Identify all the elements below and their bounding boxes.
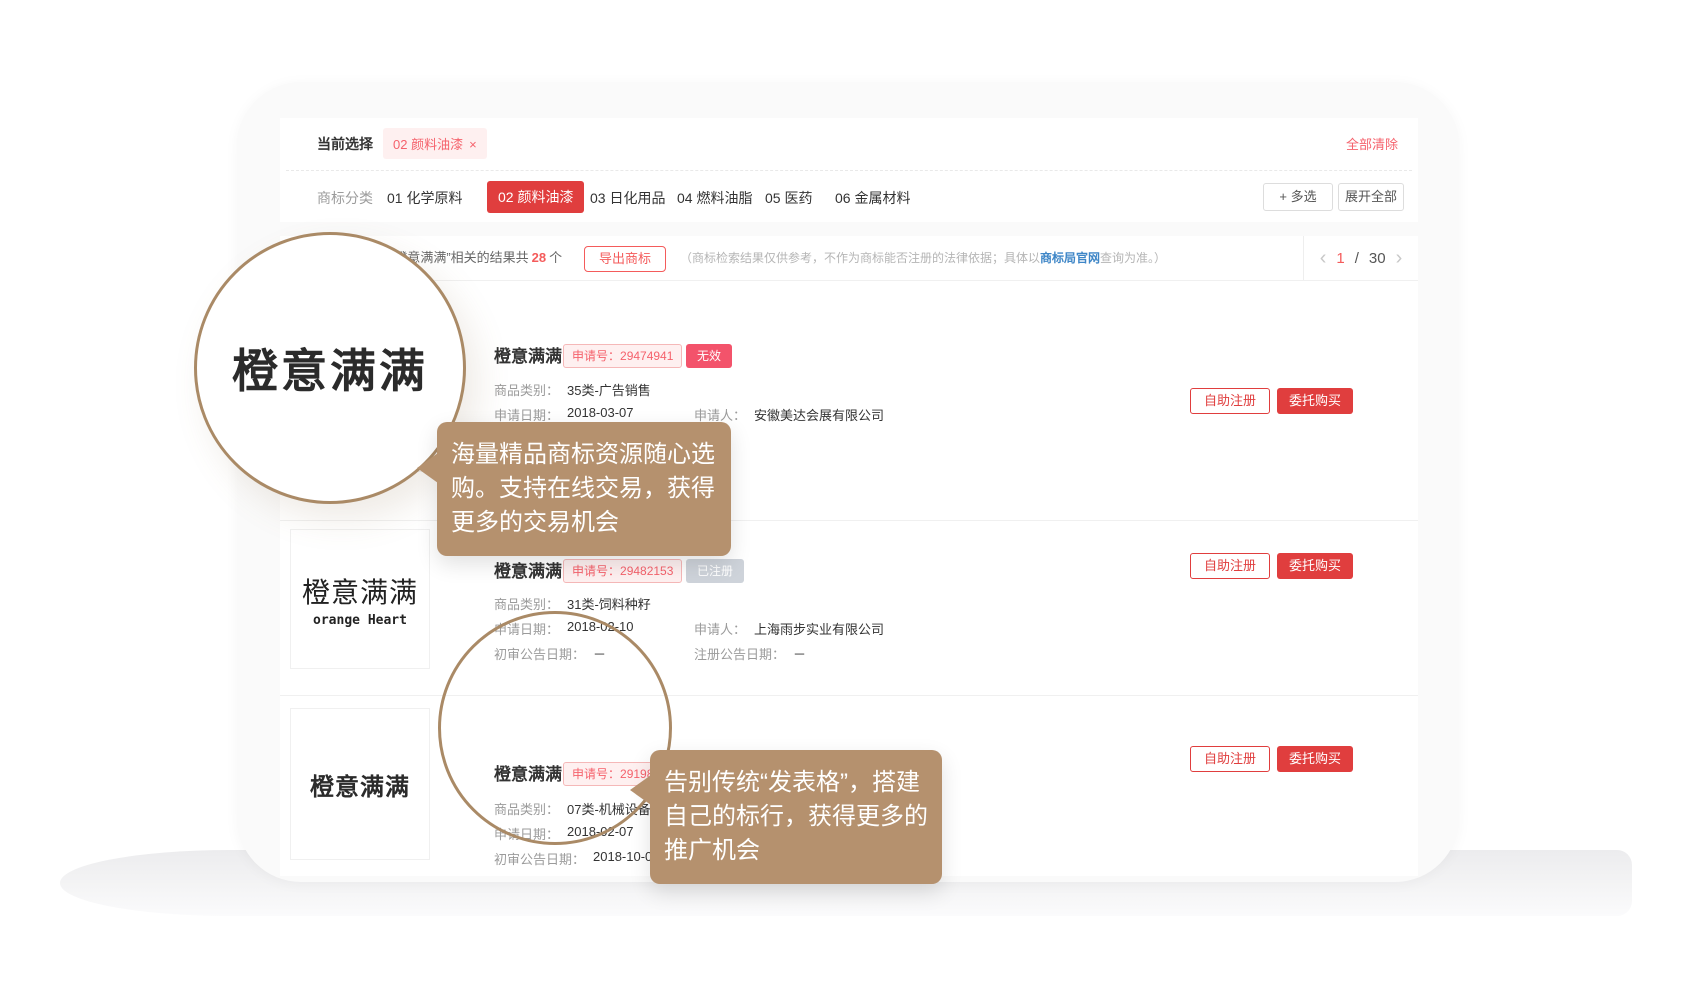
export-trademark-button[interactable]: 导出商标 [584, 246, 666, 272]
trademark-image: 橙意满满 [290, 708, 430, 860]
trademark-office-link[interactable]: 商标局官网 [1040, 251, 1100, 265]
pagination-separator: / [1355, 250, 1359, 267]
tooltip-line: 告别传统“发表格”，搭建 [664, 766, 928, 800]
current-selection-label: 当前选择 [317, 134, 373, 154]
category-item-06[interactable]: 06 金属材料 [835, 188, 910, 208]
trademark-image-text: 橙意满满 [310, 767, 410, 802]
field-value: 35类-广告销售 [567, 380, 651, 399]
pagination-current: 1 [1336, 250, 1344, 267]
magnifier-circle [438, 611, 672, 845]
field-value: － [793, 644, 806, 663]
pagination-total: 30 [1369, 250, 1386, 267]
clear-all-button[interactable]: 全部清除 [1346, 134, 1398, 153]
result-summary-suffix: 个 [549, 250, 562, 265]
disclaimer-suffix: 查询为准。） [1100, 251, 1166, 265]
entrust-buy-button[interactable]: 委托购买 [1277, 746, 1353, 772]
application-number-label: 申请号： [572, 564, 620, 578]
category-item-01[interactable]: 01 化学原料 [387, 188, 462, 208]
field-value: 安徽美达会展有限公司 [754, 405, 884, 424]
tooltip-line: 海量精品商标资源随心选 [451, 438, 717, 472]
disclaimer-prefix: （商标检索结果仅供参考，不作为商标能否注册的法律依据；具体以 [680, 251, 1040, 265]
results-header: 当前分类下检索到“橙意满满”相关的结果共28个 导出商标 （商标检索结果仅供参考… [280, 236, 1418, 281]
field-label: 申请人： [694, 619, 746, 638]
field-value: 31类-饲料种籽 [567, 594, 651, 613]
tooltip-line: 推广机会 [664, 834, 928, 868]
tooltip-arrow [417, 453, 438, 483]
expand-all-button[interactable]: 展开全部 [1338, 183, 1404, 211]
current-selection-row: 当前选择 02 颜料油漆 × 全部清除 [286, 118, 1412, 171]
entrust-buy-button[interactable]: 委托购买 [1277, 388, 1353, 414]
trademark-name: 橙意满满 [494, 557, 562, 582]
tooltip-promotion: 告别传统“发表格”，搭建 自己的标行，获得更多的 推广机会 [650, 750, 942, 884]
magnified-trademark-text: 橙意满满 [232, 335, 428, 401]
tooltip-line: 自己的标行，获得更多的 [664, 800, 928, 834]
application-number-tag: 申请号：29482153 [563, 559, 682, 583]
selected-filter-tag[interactable]: 02 颜料油漆 × [383, 128, 487, 159]
multi-select-button[interactable]: + 多选 [1263, 183, 1333, 211]
field-label: 注册公告日期： [694, 644, 785, 663]
tooltip-line: 更多的交易机会 [451, 506, 717, 540]
status-badge: 已注册 [686, 559, 744, 583]
trademark-image: 橙意满满 orange Heart [290, 529, 430, 669]
category-row: 商标分类 01 化学原料 02 颜料油漆 03 日化用品 04 燃料油脂 05 … [280, 171, 1418, 223]
category-item-05[interactable]: 05 医药 [765, 188, 812, 208]
field-line: 商品类别： 35类-广告销售 [494, 380, 694, 399]
trademark-name: 橙意满满 [494, 342, 562, 367]
field-label: 商品类别： [494, 380, 559, 399]
pagination: ‹ 1 / 30 › [1304, 236, 1418, 280]
filter-panel: 当前选择 02 颜料油漆 × 全部清除 商标分类 01 化学原料 02 颜料油漆 … [280, 118, 1418, 222]
trademark-image-text: 橙意满满 [302, 571, 418, 611]
application-number-tag: 申请号：29474941 [563, 344, 682, 368]
category-item-02-selected[interactable]: 02 颜料油漆 [487, 181, 584, 213]
category-item-04[interactable]: 04 燃料油脂 [677, 188, 752, 208]
tooltip-marketplace: 海量精品商标资源随心选 购。支持在线交易，获得 更多的交易机会 [437, 422, 731, 556]
field-value: 上海雨步实业有限公司 [754, 619, 884, 638]
page: 当前选择 02 颜料油漆 × 全部清除 商标分类 01 化学原料 02 颜料油漆 … [0, 0, 1696, 1002]
result-count: 28 [529, 250, 549, 265]
application-number: 29474941 [620, 349, 673, 363]
tooltip-arrow [630, 775, 651, 805]
selected-filter-tag-label: 02 颜料油漆 [393, 137, 463, 152]
chevron-right-icon[interactable]: › [1396, 248, 1403, 268]
application-number-label: 申请号： [572, 349, 620, 363]
self-register-button[interactable]: 自助注册 [1190, 388, 1270, 414]
tooltip-line: 购。支持在线交易，获得 [451, 472, 717, 506]
category-item-03[interactable]: 03 日化用品 [590, 188, 665, 208]
category-label: 商标分类 [317, 188, 373, 208]
entrust-buy-button[interactable]: 委托购买 [1277, 553, 1353, 579]
disclaimer: （商标检索结果仅供参考，不作为商标能否注册的法律依据；具体以商标局官网查询为准。… [680, 236, 1166, 280]
trademark-image-subtext: orange Heart [313, 613, 407, 628]
status-badge: 无效 [686, 344, 732, 368]
close-icon[interactable]: × [469, 137, 477, 152]
field-label: 初审公告日期： [494, 849, 585, 868]
chevron-left-icon[interactable]: ‹ [1320, 248, 1327, 268]
application-number: 29482153 [620, 564, 673, 578]
field-line: 商品类别：31类-饲料种籽 [494, 594, 694, 613]
self-register-button[interactable]: 自助注册 [1190, 746, 1270, 772]
self-register-button[interactable]: 自助注册 [1190, 553, 1270, 579]
